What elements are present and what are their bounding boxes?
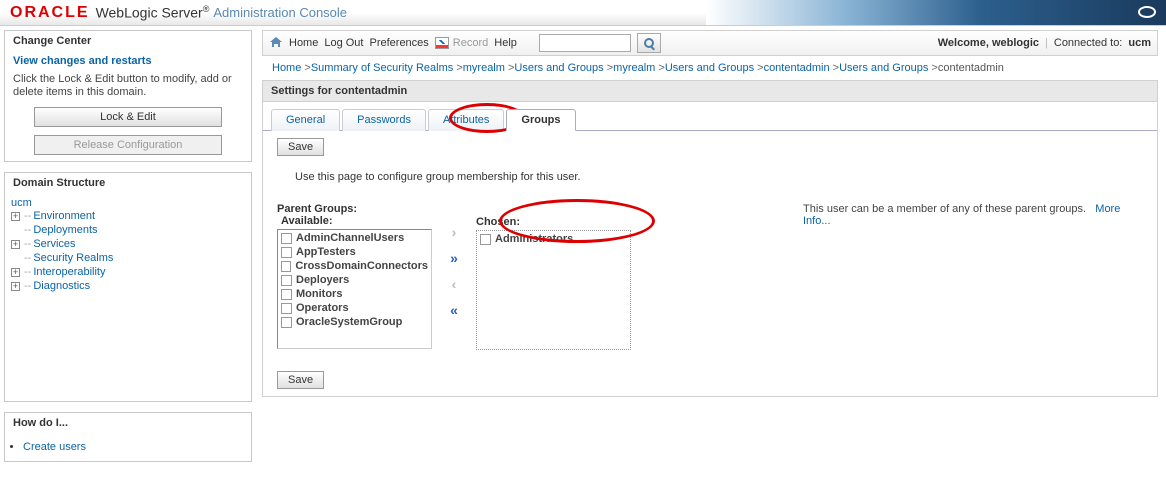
release-config-button: Release Configuration [34,135,222,155]
expand-icon[interactable]: + [11,268,20,277]
list-item[interactable]: Deployers [279,273,430,287]
domain-structure-panel: Domain Structure ucm +--Environment--Dep… [4,172,252,402]
checkbox-icon[interactable] [281,275,292,286]
product-name: WebLogic Server® [96,4,210,21]
preferences-link[interactable]: Preferences [369,37,428,49]
search-button[interactable] [637,33,661,53]
how-do-i-panel: How do I... Create users [4,412,252,462]
product-subtitle: Administration Console [213,5,347,20]
home-link[interactable]: Home [289,37,318,49]
tree-root[interactable]: ucm [11,197,245,209]
settings-title: Settings for contentadmin [263,81,1157,102]
tab-general[interactable]: General [271,109,340,131]
welcome-text: Welcome, weblogic [938,37,1039,49]
toolbar: Home Log Out Preferences Record Help Wel… [262,30,1158,56]
change-center-instruction: Click the Lock & Edit button to modify, … [5,71,251,105]
breadcrumb-item[interactable]: myrealm [463,62,505,74]
tree-node[interactable]: +--Interoperability [11,265,245,279]
tab-passwords[interactable]: Passwords [342,109,426,131]
settings-panel: Settings for contentadmin GeneralPasswor… [262,80,1158,397]
tab-attributes[interactable]: Attributes [428,109,504,131]
checkbox-icon[interactable] [281,289,292,300]
parent-groups-label: Parent Groups: [277,203,432,215]
change-center-title: Change Center [5,31,251,51]
lock-edit-button[interactable]: Lock & Edit [34,107,222,127]
search-input[interactable] [539,34,631,52]
available-list[interactable]: AdminChannelUsersAppTestersCrossDomainCo… [277,229,432,349]
home-icon[interactable] [269,36,283,51]
expand-icon[interactable]: + [11,240,20,249]
chart-icon [435,37,449,49]
tree-node[interactable]: --Deployments [11,223,245,237]
list-item[interactable]: CrossDomainConnectors [279,259,430,273]
chosen-label: Chosen: [476,216,631,228]
move-right-button[interactable]: › [444,223,464,241]
list-item[interactable]: OracleSystemGroup [279,315,430,329]
how-do-i-item[interactable]: Create users [23,439,247,455]
save-button-top[interactable]: Save [277,138,324,156]
breadcrumb-item[interactable]: myrealm [613,62,655,74]
checkbox-icon[interactable] [281,247,292,258]
list-item[interactable]: AdminChannelUsers [279,231,430,245]
list-item[interactable]: Operators [279,301,430,315]
tree-node[interactable]: +--Environment [11,209,245,223]
tabs: GeneralPasswordsAttributesGroups [263,102,1157,131]
connected-to-value: ucm [1128,37,1151,49]
breadcrumb-item[interactable]: Home [272,62,301,74]
checkbox-icon[interactable] [480,234,491,245]
app-header: ORACLE WebLogic Server® Administration C… [0,0,1166,26]
help-text: This user can be a member of any of thes… [803,203,1143,350]
expand-icon[interactable]: + [11,282,20,291]
tree-node[interactable]: +--Services [11,237,245,251]
checkbox-icon[interactable] [281,233,292,244]
breadcrumb: Home >Summary of Security Realms >myreal… [262,56,1158,78]
how-do-i-list: Create users [5,433,251,461]
view-changes-link[interactable]: View changes and restarts [13,55,152,67]
list-item[interactable]: Administrators [478,232,629,246]
change-center-panel: Change Center View changes and restarts … [4,30,252,162]
search-icon [644,38,654,48]
page-description: Use this page to configure group members… [295,171,1143,183]
breadcrumb-item: contentadmin [938,62,1004,74]
record-button[interactable]: Record [435,37,488,49]
breadcrumb-item[interactable]: Users and Groups [839,62,928,74]
logout-link[interactable]: Log Out [324,37,363,49]
available-label: Available: [281,215,432,227]
tab-groups[interactable]: Groups [506,109,575,131]
brand-logo: ORACLE [0,4,96,22]
help-link[interactable]: Help [494,37,517,49]
oracle-oval-icon [1138,6,1156,18]
breadcrumb-item[interactable]: Users and Groups [514,62,603,74]
domain-structure-title: Domain Structure [5,173,251,193]
breadcrumb-item[interactable]: Summary of Security Realms [311,62,453,74]
breadcrumb-item[interactable]: contentadmin [764,62,830,74]
breadcrumb-item[interactable]: Users and Groups [665,62,754,74]
save-button-bottom[interactable]: Save [277,371,324,389]
move-all-left-button[interactable]: « [444,301,464,319]
tree-node[interactable]: --Security Realms [11,251,245,265]
how-do-i-title: How do I... [5,413,251,433]
checkbox-icon[interactable] [281,261,291,272]
tree-node[interactable]: +--Diagnostics [11,279,245,293]
tree-items: +--Environment--Deployments+--Services--… [11,209,245,293]
checkbox-icon[interactable] [281,303,292,314]
checkbox-icon[interactable] [281,317,292,328]
chosen-list[interactable]: Administrators [476,230,631,350]
connected-to-label: Connected to: [1054,37,1123,49]
move-all-right-button[interactable]: » [444,249,464,267]
expand-icon[interactable]: + [11,212,20,221]
header-decoration [706,0,1166,25]
list-item[interactable]: AppTesters [279,245,430,259]
list-item[interactable]: Monitors [279,287,430,301]
move-left-button[interactable]: ‹ [444,275,464,293]
